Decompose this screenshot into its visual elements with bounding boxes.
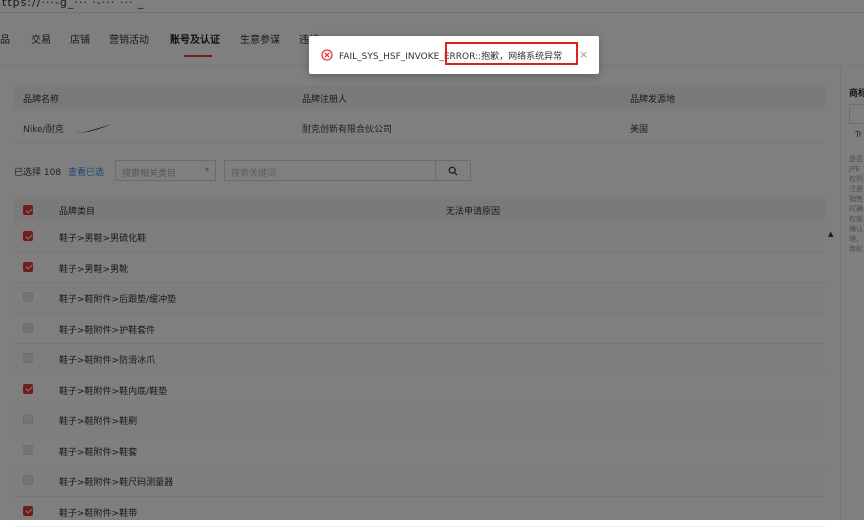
close-icon[interactable]: × <box>579 48 588 61</box>
error-toast: FAIL_SYS_HSF_INVOKE_ERROR::抱歉，网络系统异常 × <box>309 36 599 74</box>
highlight-box <box>445 42 578 65</box>
modal-overlay <box>0 0 864 520</box>
error-circle-icon <box>321 49 333 61</box>
